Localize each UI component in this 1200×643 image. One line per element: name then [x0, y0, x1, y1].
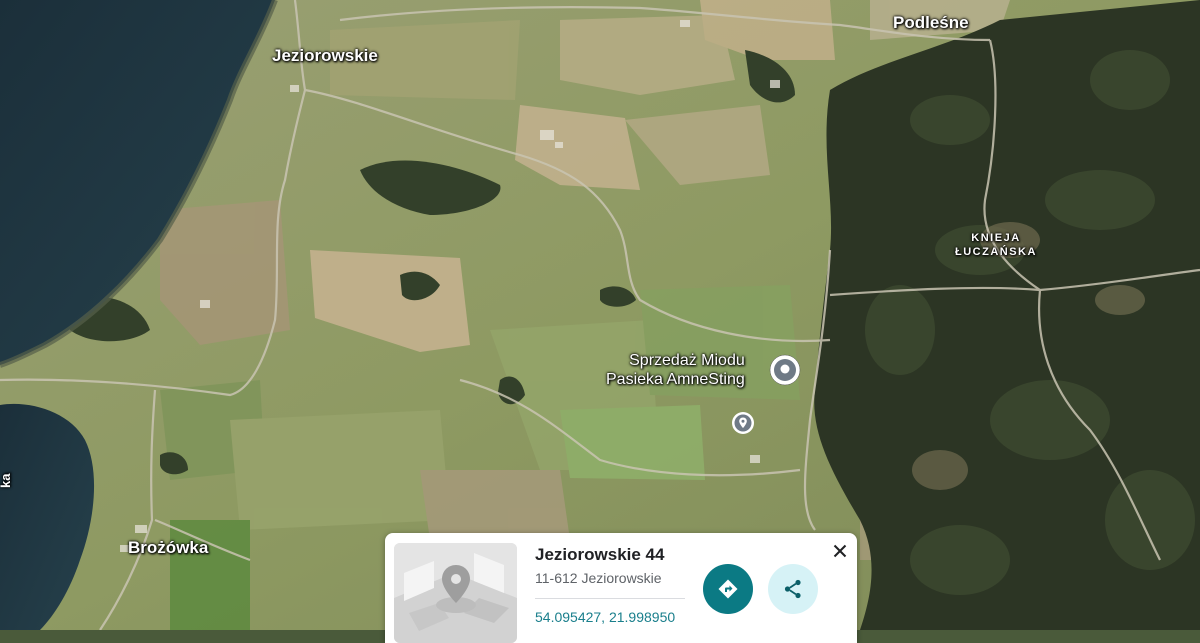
place-label-podlesne[interactable]: Podleśne	[893, 13, 969, 33]
poi-pin[interactable]	[769, 354, 801, 391]
map-placeholder-icon	[394, 543, 517, 643]
place-coordinates[interactable]: 54.095427, 21.998950	[535, 609, 675, 625]
location-pin-icon	[769, 354, 801, 386]
share-button[interactable]	[768, 564, 818, 614]
place-thumbnail[interactable]	[394, 543, 517, 643]
share-icon	[784, 579, 801, 599]
area-label-knieja-luczanska[interactable]: KNIEJA ŁUCZAŃSKA	[955, 231, 1037, 259]
area-label-line2: ŁUCZAŃSKA	[955, 246, 1037, 258]
place-card: Jeziorowskie 44 11-612 Jeziorowskie 54.0…	[385, 533, 857, 643]
place-label-jeziorowskie[interactable]: Jeziorowskie	[272, 46, 378, 66]
card-divider	[535, 598, 685, 599]
location-pin-icon	[732, 412, 754, 434]
place-title: Jeziorowskie 44	[535, 545, 665, 564]
lake-label-fragment: ka	[0, 473, 13, 488]
poi-name-line2: Pasieka AmneSting	[606, 371, 745, 388]
place-label-brozowka[interactable]: Brożówka	[128, 538, 208, 558]
close-button[interactable]	[829, 540, 851, 562]
secondary-pin[interactable]	[731, 411, 755, 440]
poi-label[interactable]: Sprzedaż Miodu Pasieka AmneSting	[606, 351, 745, 389]
directions-button[interactable]	[703, 564, 753, 614]
area-label-line1: KNIEJA	[971, 232, 1021, 244]
close-icon	[833, 544, 847, 558]
place-address: 11-612 Jeziorowskie	[535, 570, 662, 586]
directions-icon	[718, 579, 738, 599]
poi-name-line1: Sprzedaż Miodu	[629, 352, 745, 369]
